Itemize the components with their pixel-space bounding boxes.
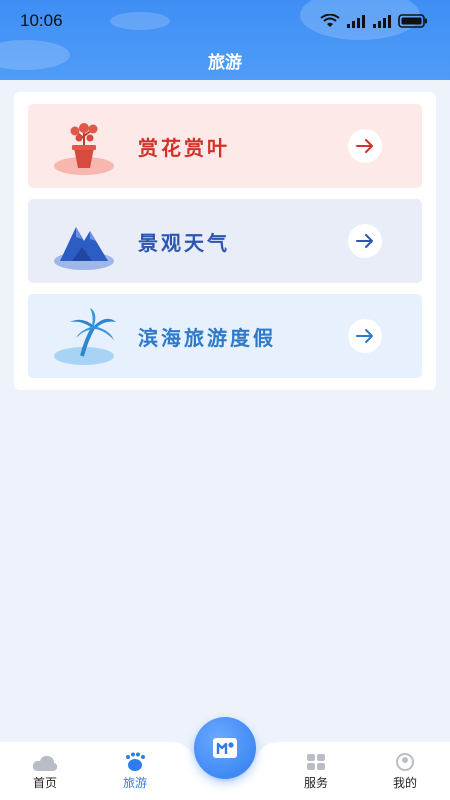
nav-home[interactable]: 首页 — [15, 750, 75, 791]
category-item-seaside-vacation[interactable]: 滨海旅游度假 — [28, 294, 422, 378]
footprints-icon — [126, 752, 145, 771]
status-time: 10:06 — [20, 11, 63, 30]
category-panel: 赏花赏叶 景观天气 滨海旅游度假 — [14, 92, 436, 390]
mountain-icon — [54, 227, 114, 270]
category-label-seaside-vacation: 滨海旅游度假 — [138, 325, 276, 350]
nav-travel[interactable]: 旅游 — [105, 750, 165, 791]
category-label-flowers: 赏花赏叶 — [138, 135, 230, 160]
nav-travel-label: 旅游 — [122, 776, 147, 790]
battery-icon — [398, 14, 427, 28]
arrow-right-icon[interactable] — [348, 129, 382, 163]
nav-mine-label: 我的 — [392, 776, 417, 790]
nav-service[interactable]: 服务 — [286, 750, 346, 791]
status-bar: 10:06 — [0, 0, 450, 42]
page-title: 旅游 — [208, 53, 242, 73]
nav-home-label: 首页 — [32, 776, 57, 790]
arrow-right-icon[interactable] — [348, 319, 382, 353]
category-item-flowers[interactable]: 赏花赏叶 — [28, 104, 422, 188]
map-icon — [213, 738, 237, 758]
user-icon — [396, 753, 414, 771]
arrow-right-icon[interactable] — [348, 224, 382, 258]
service-icon — [307, 754, 325, 770]
category-item-landscape-weather[interactable]: 景观天气 — [28, 199, 422, 283]
nav-mine[interactable]: 我的 — [375, 750, 435, 791]
palm-tree-icon — [54, 308, 116, 365]
cloud-icon — [32, 755, 58, 771]
signal-icon — [373, 15, 391, 28]
nav-service-label: 服务 — [303, 776, 328, 790]
wifi-icon — [320, 14, 340, 27]
signal-icon — [347, 15, 365, 28]
map-button[interactable] — [194, 717, 256, 779]
flower-pot-icon — [54, 123, 114, 175]
header: 10:06 旅游 — [0, 0, 450, 80]
category-label-landscape-weather: 景观天气 — [138, 230, 230, 255]
status-icons — [320, 14, 428, 28]
